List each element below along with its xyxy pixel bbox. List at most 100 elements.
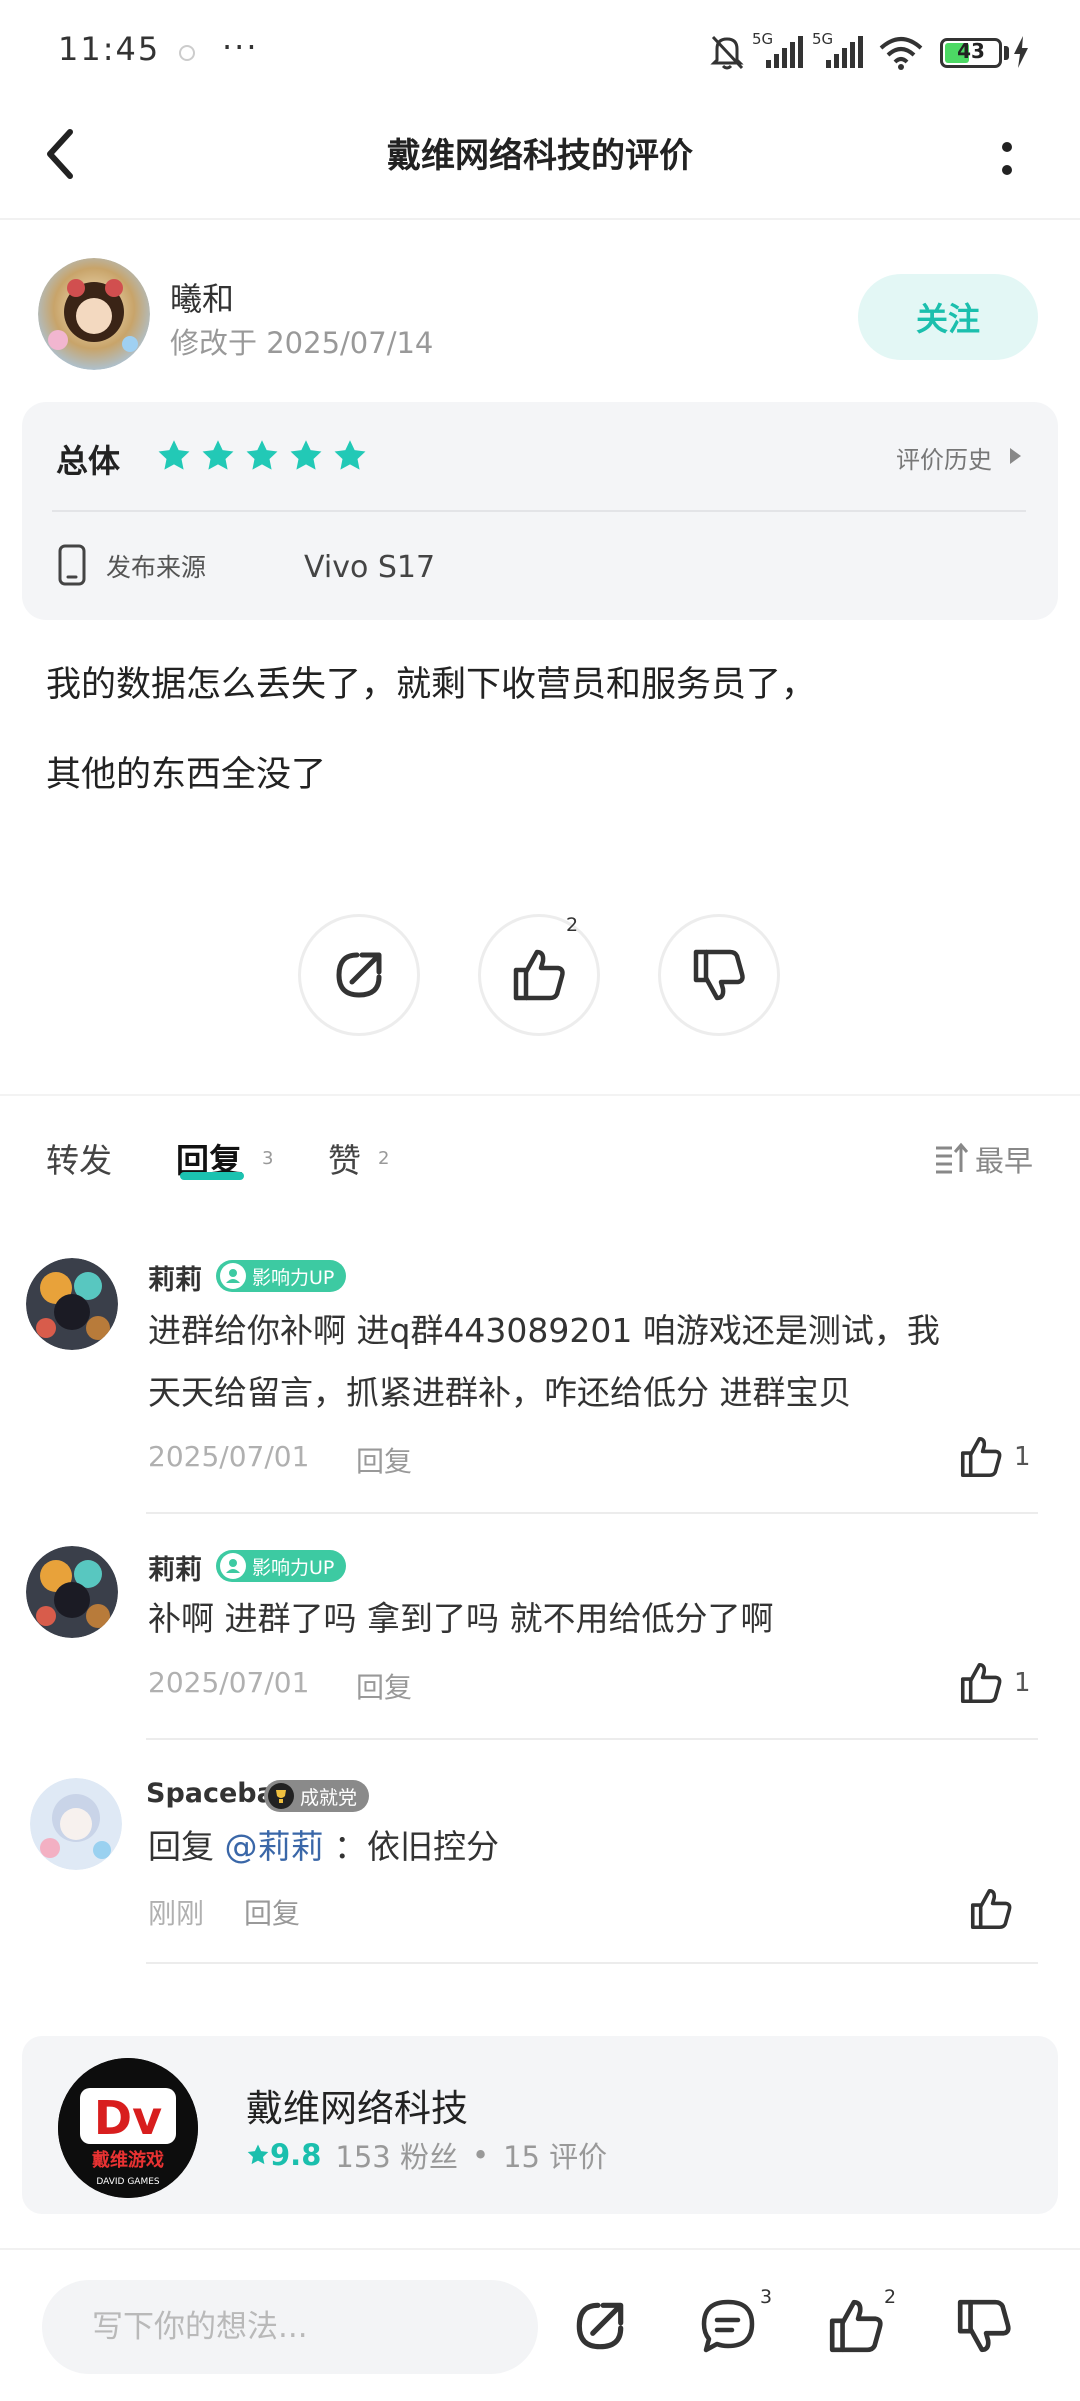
reply-date: 刚刚 [148,1897,205,1930]
badge-label: 影响力UP [252,1266,335,1289]
developer-stats: 9.8 153 粉丝 • 15 评价 [246,2134,607,2176]
dislike-button[interactable] [658,914,780,1036]
star-rating [156,438,368,474]
badge-label: 影响力UP [252,1556,335,1579]
like-button[interactable] [478,914,600,1036]
person-badge-icon [220,1553,246,1579]
sort-icon[interactable] [934,1142,968,1174]
bottom-comment-button[interactable] [698,2296,758,2356]
thumbs-up-icon [970,1888,1012,1930]
follow-button[interactable]: 关注 [858,274,1038,360]
reply-line: 补啊 进群了吗 拿到了吗 就不用给低分了啊 [148,1599,774,1638]
reply-divider [146,1738,1038,1740]
tab-like-count: 2 [378,1148,390,1169]
reply-text: 补啊 进群了吗 拿到了吗 就不用给低分了啊 [148,1588,773,1650]
tab-like[interactable]: 赞 [328,1134,361,1182]
sync-icon [176,42,198,64]
reply-like-button[interactable] [958,1434,1004,1480]
rating-history-link[interactable]: 评价历史 [896,440,992,475]
comment-icon [701,2299,755,2353]
reply-author-name[interactable]: 莉莉 [148,1258,202,1297]
reply-like-count: 1 [1014,1668,1031,1698]
reply-text: 进群给你补啊 进q群443089201 咱游戏还是测试，我 天天给留言，抓紧进群… [148,1300,940,1424]
influence-badge: 影响力UP [216,1260,347,1292]
reply-button[interactable]: 回复 [356,1440,412,1480]
reply-line: 天天给留言，抓紧进群补，咋还给低分 进群宝贝 [148,1373,852,1412]
overall-label: 总体 [56,442,121,480]
review-count: 15 评价 [503,2140,608,2174]
logo-subtitle: 戴维游戏 [92,2149,164,2171]
star-icon [246,440,278,470]
battery-cap [1004,46,1009,60]
source-device: Vivo S17 [304,550,436,585]
reply-like-count: 1 [1014,1442,1031,1472]
influence-badge: 影响力UP [216,1550,347,1582]
bottom-divider [0,2248,1080,2250]
reply-prefix: 回复 [148,1827,214,1866]
author-avatar[interactable] [38,258,150,370]
achievement-badge: 成就党 [264,1780,370,1812]
thumbs-up-icon [960,1436,1002,1478]
review-line: 我的数据怎么丢失了，就剩下收营员和服务员了， [46,665,817,705]
person-badge-icon [220,1263,246,1289]
status-more-dots: ··· [222,28,259,66]
mention-link[interactable]: @莉莉 [225,1827,324,1866]
bottom-share-button[interactable] [570,2296,630,2356]
review-text: 我的数据怎么丢失了，就剩下收营员和服务员了， 其他的东西全没了 [46,640,1036,820]
avatar[interactable] [26,1258,118,1350]
more-options-button[interactable] [994,136,1020,184]
developer-logo[interactable]: Dv 戴维游戏 DAVID GAMES [58,2058,198,2198]
share-icon [336,952,382,998]
tab-forward[interactable]: 转发 [46,1134,112,1182]
avatar[interactable] [26,1546,118,1638]
like-count: 2 [884,2286,897,2308]
review-line: 其他的东西全没了 [46,755,327,795]
source-label: 发布来源 [106,553,207,582]
rating-value: 9.8 [270,2138,322,2172]
reply-button[interactable]: 回复 [244,1892,300,1932]
status-time: 11:45 [58,30,161,68]
card-divider [52,510,1026,512]
thumbs-up-icon [513,949,565,1001]
battery-icon: 43 [940,38,1002,68]
reply-text: 回复 @莉莉 ：依旧控分 [148,1816,499,1878]
developer-name[interactable]: 戴维网络科技 [246,2078,468,2132]
developer-rating: 9.8 [246,2138,321,2172]
vertical-dots-icon [1002,142,1012,175]
signal-icon-2 [824,36,866,70]
like-count: 2 [566,914,579,936]
section-divider [0,1094,1080,1096]
thumbs-up-icon [829,2299,883,2353]
reply-date: 2025/07/01 [148,1440,310,1473]
phone-icon [58,544,86,586]
reply-line: ：依旧控分 [334,1827,499,1866]
sort-label[interactable]: 最早 [975,1138,1033,1180]
tab-reply-count: 3 [262,1148,274,1169]
reply-button[interactable]: 回复 [356,1666,412,1706]
modified-date: 修改于 2025/07/14 [170,326,434,360]
share-icon [576,2302,624,2350]
star-icon [202,440,234,470]
badge-label: 成就党 [300,1786,358,1809]
author-name[interactable]: 曦和 [170,274,234,320]
reply-author-name[interactable]: 莉莉 [148,1548,202,1587]
reply-like-button[interactable] [958,1660,1004,1706]
logo-caption: DAVID GAMES [96,2177,160,2187]
wifi-icon [878,36,924,70]
bottom-like-button[interactable] [826,2296,886,2356]
separator-dot: • [471,2138,490,2172]
share-button[interactable] [298,914,420,1036]
follower-count: 153 粉丝 [335,2140,458,2174]
reply-divider [146,1512,1038,1514]
signal-icon [764,36,806,70]
thumbs-down-icon [957,2299,1011,2353]
mute-bell-icon [708,32,746,72]
star-icon [290,440,322,470]
active-tab-indicator [180,1172,244,1180]
star-icon [334,440,366,470]
reply-like-button[interactable] [968,1886,1014,1932]
comment-count: 3 [760,2286,773,2308]
bottom-dislike-button[interactable] [954,2296,1014,2356]
avatar[interactable] [30,1778,122,1870]
comment-input[interactable] [42,2280,538,2374]
